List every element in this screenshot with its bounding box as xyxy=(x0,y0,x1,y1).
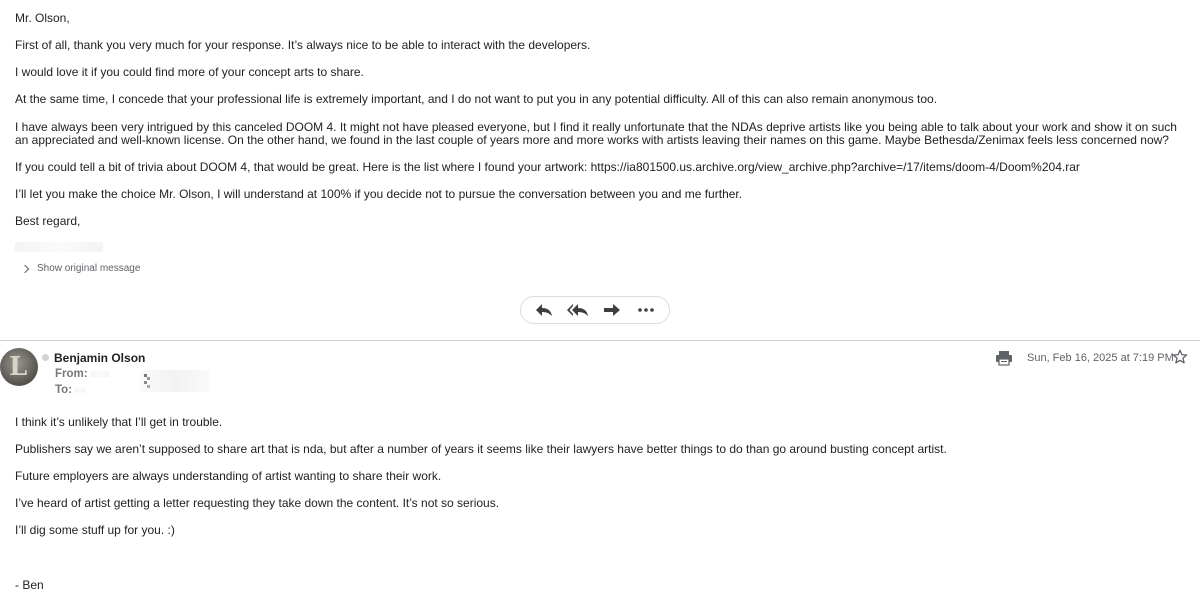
greeting: Mr. Olson, xyxy=(15,11,70,25)
to-label: To: xyxy=(55,384,73,396)
forward-button[interactable] xyxy=(599,299,625,321)
redacted-from-address xyxy=(91,371,109,377)
redacted-to-address xyxy=(75,387,85,393)
reply-paragraph: I’ve heard of artist getting a letter re… xyxy=(15,496,500,510)
message-paragraph: I’ll let you make the choice Mr. Olson, … xyxy=(15,187,743,201)
more-button[interactable] xyxy=(633,299,659,321)
show-original-label: Show original message xyxy=(37,263,141,274)
message-paragraph: First of all, thank you very much for yo… xyxy=(15,38,591,52)
closing: Best regard, xyxy=(15,214,81,228)
action-bar xyxy=(520,296,670,324)
message-paragraph: I have always been very intrigued by thi… xyxy=(15,120,1177,147)
reply-button[interactable] xyxy=(531,299,557,321)
reply-icon xyxy=(536,304,552,316)
reply-paragraph: I’ll dig some stuff up for you. :) xyxy=(15,523,175,537)
forward-icon xyxy=(604,304,620,316)
reply-all-button[interactable] xyxy=(565,299,591,321)
show-original-toggle[interactable]: Show original message xyxy=(20,263,141,274)
chevron-right-icon xyxy=(20,264,30,274)
message-paragraph: If you could tell a bit of trivia about … xyxy=(15,160,1080,174)
message-date: Sun, Feb 16, 2025 at 7:19 PM xyxy=(1027,352,1174,364)
star-icon[interactable] xyxy=(1172,349,1188,365)
avatar: L xyxy=(0,348,38,386)
message-divider xyxy=(0,340,1200,341)
from-label: From: xyxy=(55,368,88,380)
redacted-mark-icon xyxy=(144,374,150,388)
sender-name[interactable]: Benjamin Olson xyxy=(54,351,145,365)
reply-all-icon xyxy=(567,304,588,316)
reply-paragraph: Publishers say we aren’t supposed to sha… xyxy=(15,442,947,456)
more-icon xyxy=(638,308,654,312)
presence-indicator xyxy=(42,354,49,361)
reply-paragraph: Future employers are always understandin… xyxy=(15,469,442,483)
reply-paragraph: I think it’s unlikely that I’ll get in t… xyxy=(15,415,223,429)
signature: - Ben xyxy=(15,578,44,592)
redacted-signature xyxy=(15,242,103,252)
message-paragraph: At the same time, I concede that your pr… xyxy=(15,92,938,106)
print-icon[interactable] xyxy=(995,350,1013,366)
message-paragraph: I would love it if you could find more o… xyxy=(15,65,364,79)
